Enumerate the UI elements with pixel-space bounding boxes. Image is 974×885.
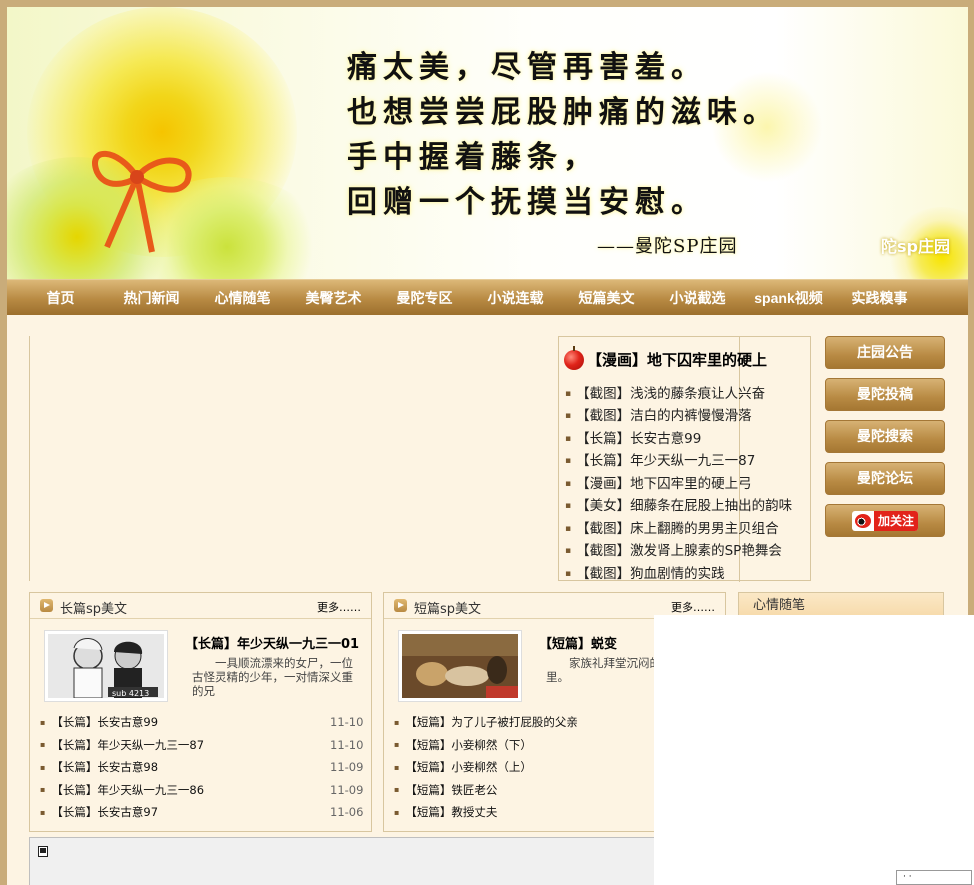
weibo-icon bbox=[854, 513, 871, 528]
nav-video[interactable]: spank视频 bbox=[743, 288, 834, 308]
list-item[interactable]: 【短篇】小妾柳然（下） bbox=[394, 734, 578, 757]
poem-line: 回赠一个抚摸当安慰。 bbox=[347, 185, 707, 220]
item-date: 11-10 bbox=[330, 715, 364, 729]
bottom-box bbox=[29, 837, 659, 885]
item-title: 【长篇】长安古意99 bbox=[51, 715, 159, 729]
nav-home[interactable]: 首页 bbox=[15, 288, 106, 308]
thumbnail-caption: sub 4213 bbox=[112, 689, 149, 698]
poem-line: 手中握着藤条， bbox=[347, 140, 599, 175]
story-list: 【长篇】长安古意99 11-10 【长篇】年少天纵一九三一87 11-10 【长篇】… bbox=[40, 711, 363, 824]
nav-short[interactable]: 短篇美文 bbox=[561, 288, 652, 308]
story-list: 【短篇】为了儿子被打屁股的父亲 【短篇】小妾柳然（下） 【短篇】小妾柳然（上） … bbox=[394, 711, 578, 824]
list-item[interactable]: 【短篇】铁匠老公 bbox=[394, 779, 578, 802]
list-item[interactable]: 【短篇】小妾柳然（上） bbox=[394, 756, 578, 779]
search-button[interactable]: 曼陀搜索 bbox=[825, 420, 945, 453]
item-date: 11-06 bbox=[330, 805, 364, 819]
arrow-icon bbox=[40, 599, 53, 612]
thumbnail-image: sub 4213 bbox=[48, 634, 164, 699]
nav-hot-news[interactable]: 热门新闻 bbox=[106, 288, 197, 308]
header-banner: 痛太美，尽管再害羞。 也想尝尝屁股肿痛的滋味。 手中握着藤条， 回赠一个抚摸当安… bbox=[7, 7, 968, 279]
list-item[interactable]: 【长篇】年少天纵一九三一86 11-09 bbox=[40, 779, 363, 802]
list-item[interactable]: 【截图】床上翻腾的男男主贝组合 bbox=[565, 518, 792, 540]
nav-practice[interactable]: 实践糗事 bbox=[834, 288, 925, 308]
poem-line: 也想尝尝屁股肿痛的滋味。 bbox=[347, 95, 779, 130]
nav-excerpt[interactable]: 小说截选 bbox=[652, 288, 743, 308]
poem-signature: ——曼陀SP庄园 bbox=[597, 236, 738, 257]
apple-icon bbox=[564, 345, 584, 370]
panel-title: 短篇sp美文 bbox=[414, 602, 482, 617]
list-item[interactable]: 【短篇】教授丈夫 bbox=[394, 801, 578, 824]
item-date: 11-09 bbox=[330, 760, 364, 774]
list-item[interactable]: 【美女】细藤条在屁股上抽出的韵味 bbox=[565, 495, 792, 517]
item-date: 11-10 bbox=[330, 737, 364, 752]
weibo-follow-button[interactable]: 加关注 bbox=[825, 504, 945, 537]
nav-mantuo[interactable]: 曼陀专区 bbox=[379, 288, 470, 308]
list-item[interactable]: 【截图】浅浅的藤条痕让人兴奋 bbox=[565, 383, 792, 405]
featured-title[interactable]: 【长篇】年少天纵一九三一01 bbox=[185, 633, 359, 652]
item-title: 【长篇】长安古意97 bbox=[51, 805, 159, 819]
featured-description: 一具顺流漂来的女尸，一位古怪灵精的少年，一对情深义重的兄 bbox=[192, 656, 353, 698]
forum-button[interactable]: 曼陀论坛 bbox=[825, 462, 945, 495]
item-title: 【长篇】长安古意98 bbox=[51, 760, 159, 774]
list-item[interactable]: 【长篇】长安古意97 11-06 bbox=[40, 801, 363, 824]
submit-button[interactable]: 曼陀投稿 bbox=[825, 378, 945, 411]
item-date: 11-09 bbox=[330, 782, 364, 797]
poem-line: 痛太美，尽管再害羞。 bbox=[347, 50, 707, 85]
list-item[interactable]: 【截图】激发肾上腺素的SP艳舞会 bbox=[565, 540, 792, 562]
list-item[interactable]: 【截图】狗血剧情的实践 bbox=[565, 563, 792, 585]
weibo-badge: 加关注 bbox=[851, 510, 918, 531]
list-item[interactable]: 【长篇】长安古意99 11-10 bbox=[40, 711, 363, 734]
panel-header: 长篇sp美文 更多…… bbox=[30, 593, 371, 619]
featured-title[interactable]: 【短篇】蜕变 bbox=[539, 633, 617, 652]
announcement-button[interactable]: 庄园公告 bbox=[825, 336, 945, 369]
news-headline-text: 【漫画】地下囚牢里的硬上 bbox=[587, 351, 768, 369]
side-buttons: 庄园公告 曼陀投稿 曼陀搜索 曼陀论坛 加关注 bbox=[825, 336, 945, 546]
news-box: 【漫画】地下囚牢里的硬上 【截图】浅浅的藤条痕让人兴奋 【截图】洁白的内裤慢慢滑… bbox=[558, 336, 811, 582]
story-thumbnail[interactable] bbox=[398, 630, 522, 702]
list-item[interactable]: 【长篇】长安古意98 11-09 bbox=[40, 756, 363, 779]
banner-poem: 痛太美，尽管再害羞。 也想尝尝屁股肿痛的滋味。 手中握着藤条， 回赠一个抚摸当安… bbox=[347, 45, 779, 257]
ribbon-icon bbox=[92, 150, 192, 253]
list-item[interactable]: 【长篇】长安古意99 bbox=[565, 428, 792, 450]
more-link[interactable]: 更多…… bbox=[671, 599, 715, 615]
window-icon bbox=[38, 846, 48, 857]
list-item[interactable]: 【漫画】地下囚牢里的硬上弓 bbox=[565, 473, 792, 495]
nav-art[interactable]: 美臀艺术 bbox=[288, 288, 379, 308]
nav-mood[interactable]: 心情随笔 bbox=[197, 288, 288, 308]
thumbnail-image bbox=[402, 634, 518, 698]
news-list: 【截图】浅浅的藤条痕让人兴奋 【截图】洁白的内裤慢慢滑落 【长篇】长安古意99 … bbox=[565, 383, 792, 585]
featured-story: sub 4213 【长篇】年少天纵一九三一01 一具顺流漂来的女尸，一位古怪灵精… bbox=[30, 619, 371, 715]
list-item[interactable]: 【截图】洁白的内裤慢慢滑落 bbox=[565, 405, 792, 427]
site-brand: 陀sp庄园 bbox=[881, 237, 950, 256]
item-title: 【长篇】年少天纵一九三一87 bbox=[51, 737, 205, 752]
more-link[interactable]: 更多…… bbox=[317, 599, 361, 615]
list-item[interactable]: 【长篇】年少天纵一九三一87 11-10 bbox=[40, 734, 363, 757]
long-story-panel: 长篇sp美文 更多…… sub 4213 【长篇】年少天纵一九三一01 一具顺流… bbox=[29, 592, 372, 832]
story-thumbnail[interactable]: sub 4213 bbox=[44, 630, 168, 702]
nav-serial[interactable]: 小说连载 bbox=[470, 288, 561, 308]
list-item[interactable]: 【短篇】为了儿子被打屁股的父亲 bbox=[394, 711, 578, 734]
news-headline[interactable]: 【漫画】地下囚牢里的硬上 bbox=[564, 345, 768, 370]
main-nav: 首页 热门新闻 心情随笔 美臀艺术 曼陀专区 小说连载 短篇美文 小说截选 sp… bbox=[7, 279, 968, 315]
list-item[interactable]: 【长篇】年少天纵一九三一87 bbox=[565, 450, 792, 472]
panel-title: 长篇sp美文 bbox=[60, 602, 128, 617]
overlay-button[interactable]: · · bbox=[896, 870, 972, 885]
slideshow-area bbox=[29, 336, 557, 581]
arrow-icon bbox=[394, 599, 407, 612]
popup-overlay bbox=[654, 615, 974, 885]
weibo-follow-label: 加关注 bbox=[873, 510, 918, 531]
item-title: 【长篇】年少天纵一九三一86 bbox=[51, 782, 205, 797]
